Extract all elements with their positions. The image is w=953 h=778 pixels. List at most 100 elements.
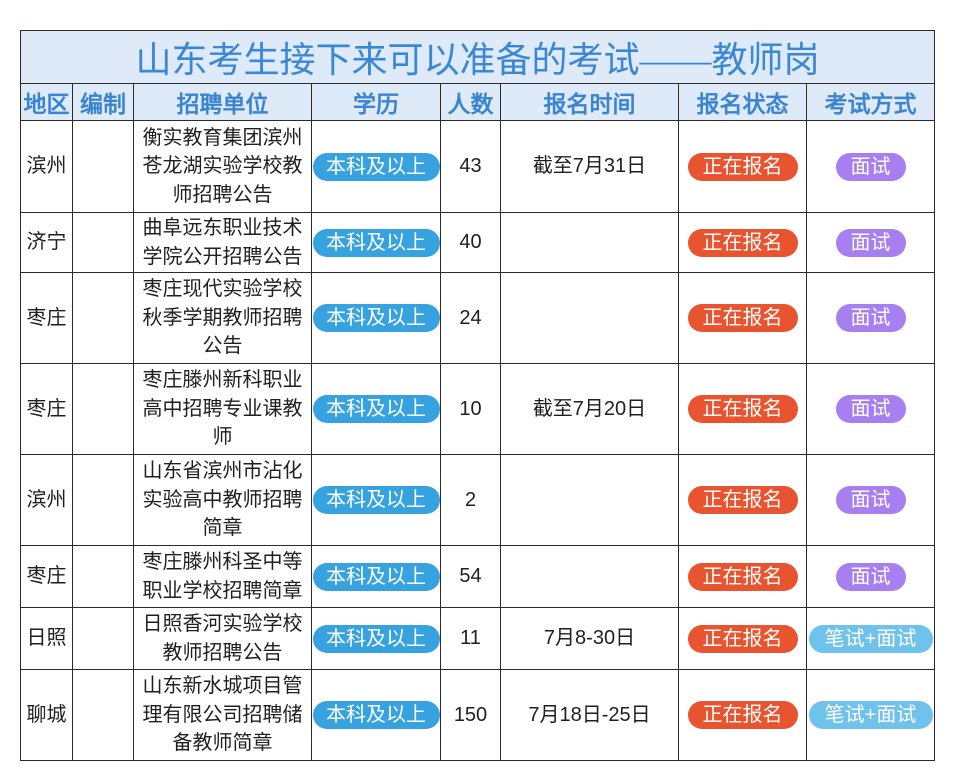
count-cell: 40	[440, 212, 501, 273]
quota-cell	[72, 669, 134, 761]
education-cell: 本科及以上	[311, 120, 441, 213]
exam-cell: 面试	[805, 545, 936, 608]
page-title: 山东考生接下来可以准备的考试——教师岗	[19, 30, 936, 84]
recruitment-table: 山东考生接下来可以准备的考试——教师岗 地区 编制 招聘单位 学历 人数 报名时…	[19, 30, 936, 761]
status-cell: 正在报名	[678, 212, 807, 273]
education-cell: 本科及以上	[311, 545, 441, 608]
column-header-status: 报名状态	[678, 83, 807, 121]
status-badge: 正在报名	[687, 562, 798, 591]
status-badge: 正在报名	[687, 304, 798, 333]
quota-cell	[72, 545, 134, 608]
region-cell: 枣庄	[20, 272, 73, 364]
exam-method-badge: 面试	[835, 562, 906, 591]
status-cell: 正在报名	[678, 272, 807, 364]
count-cell: 2	[440, 454, 501, 546]
status-badge: 正在报名	[687, 395, 798, 424]
count-cell: 150	[440, 669, 501, 761]
unit-text: 山东新水城项目管理有限公司招聘储备教师简章	[142, 675, 303, 755]
table-row: 滨州 山东省滨州市沾化实验高中教师招聘简章 本科及以上 2 正在报名 面试	[20, 454, 936, 546]
title-row: 山东考生接下来可以准备的考试——教师岗	[19, 30, 936, 84]
status-badge: 正在报名	[687, 228, 798, 257]
region-cell: 济宁	[20, 212, 73, 273]
unit-text: 山东省滨州市沾化实验高中教师招聘简章	[142, 460, 303, 540]
exam-cell: 面试	[805, 454, 936, 546]
column-header-unit: 招聘单位	[133, 83, 312, 121]
column-header-count: 人数	[440, 83, 501, 121]
education-cell: 本科及以上	[311, 212, 441, 273]
exam-method-badge: 面试	[835, 395, 906, 424]
unit-cell: 枣庄滕州新科职业高中招聘专业课教师	[133, 363, 312, 455]
education-cell: 本科及以上	[311, 607, 441, 670]
education-badge: 本科及以上	[312, 395, 440, 424]
unit-text: 枣庄滕州科圣中等职业学校招聘简章	[142, 551, 303, 602]
region-cell: 滨州	[20, 120, 73, 213]
reg-time-cell: 截至7月20日	[500, 363, 679, 455]
table-row: 枣庄 枣庄滕州新科职业高中招聘专业课教师 本科及以上 10 截至7月20日 正在…	[20, 363, 936, 455]
table-row: 济宁 曲阜远东职业技术学院公开招聘公告 本科及以上 40 正在报名 面试	[20, 212, 936, 273]
education-badge: 本科及以上	[312, 304, 440, 333]
status-cell: 正在报名	[678, 669, 807, 761]
quota-cell	[72, 607, 134, 670]
count-cell: 54	[440, 545, 501, 608]
reg-time-cell	[500, 212, 679, 273]
education-badge: 本科及以上	[312, 624, 440, 653]
exam-method-badge: 笔试+面试	[808, 701, 933, 730]
status-cell: 正在报名	[678, 363, 807, 455]
unit-cell: 山东新水城项目管理有限公司招聘储备教师简章	[133, 669, 312, 761]
count-cell: 24	[440, 272, 501, 364]
region-cell: 枣庄	[20, 363, 73, 455]
education-badge: 本科及以上	[312, 152, 440, 181]
column-header-education: 学历	[311, 83, 441, 121]
column-header-reg-time: 报名时间	[500, 83, 679, 121]
education-cell: 本科及以上	[311, 363, 441, 455]
column-header-region: 地区	[20, 83, 73, 121]
unit-cell: 衡实教育集团滨州苍龙湖实验学校教师招聘公告	[133, 120, 312, 213]
count-cell: 11	[440, 607, 501, 670]
column-header-quota: 编制	[72, 83, 134, 121]
region-cell: 滨州	[20, 454, 73, 546]
education-badge: 本科及以上	[312, 228, 440, 257]
exam-method-badge: 面试	[835, 152, 906, 181]
reg-time-cell	[500, 545, 679, 608]
table-row: 滨州 衡实教育集团滨州苍龙湖实验学校教师招聘公告 本科及以上 43 截至7月31…	[20, 120, 936, 213]
reg-time-cell	[500, 454, 679, 546]
reg-time-cell: 7月8-30日	[500, 607, 679, 670]
exam-cell: 面试	[805, 363, 936, 455]
status-cell: 正在报名	[678, 120, 807, 213]
status-cell: 正在报名	[678, 454, 807, 546]
exam-method-badge: 笔试+面试	[808, 624, 933, 653]
unit-text: 枣庄现代实验学校秋季学期教师招聘公告	[142, 278, 303, 358]
reg-time-cell: 截至7月31日	[500, 120, 679, 213]
unit-cell: 日照香河实验学校教师招聘公告	[133, 607, 312, 670]
quota-cell	[72, 120, 134, 213]
exam-method-badge: 面试	[835, 304, 906, 333]
unit-cell: 山东省滨州市沾化实验高中教师招聘简章	[133, 454, 312, 546]
education-cell: 本科及以上	[311, 454, 441, 546]
exam-cell: 笔试+面试	[805, 669, 936, 761]
header-row: 地区 编制 招聘单位 学历 人数 报名时间 报名状态 考试方式	[20, 83, 936, 121]
count-cell: 43	[440, 120, 501, 213]
status-badge: 正在报名	[687, 486, 798, 515]
count-cell: 10	[440, 363, 501, 455]
unit-text: 日照香河实验学校教师招聘公告	[142, 613, 303, 664]
unit-cell: 曲阜远东职业技术学院公开招聘公告	[133, 212, 312, 273]
education-badge: 本科及以上	[312, 562, 440, 591]
status-badge: 正在报名	[687, 701, 798, 730]
status-cell: 正在报名	[678, 545, 807, 608]
exam-method-badge: 面试	[835, 228, 906, 257]
table-row: 枣庄 枣庄滕州科圣中等职业学校招聘简章 本科及以上 54 正在报名 面试	[20, 545, 936, 608]
education-badge: 本科及以上	[312, 701, 440, 730]
education-cell: 本科及以上	[311, 669, 441, 761]
status-badge: 正在报名	[687, 624, 798, 653]
reg-time-cell: 7月18日-25日	[500, 669, 679, 761]
exam-cell: 面试	[805, 120, 936, 213]
exam-cell: 笔试+面试	[805, 607, 936, 670]
unit-text: 衡实教育集团滨州苍龙湖实验学校教师招聘公告	[142, 126, 303, 206]
unit-text: 枣庄滕州新科职业高中招聘专业课教师	[142, 369, 303, 449]
exam-method-badge: 面试	[835, 486, 906, 515]
status-cell: 正在报名	[678, 607, 807, 670]
table-row: 日照 日照香河实验学校教师招聘公告 本科及以上 11 7月8-30日 正在报名 …	[20, 607, 936, 670]
region-cell: 聊城	[20, 669, 73, 761]
table-row: 枣庄 枣庄现代实验学校秋季学期教师招聘公告 本科及以上 24 正在报名 面试	[20, 272, 936, 364]
quota-cell	[72, 454, 134, 546]
